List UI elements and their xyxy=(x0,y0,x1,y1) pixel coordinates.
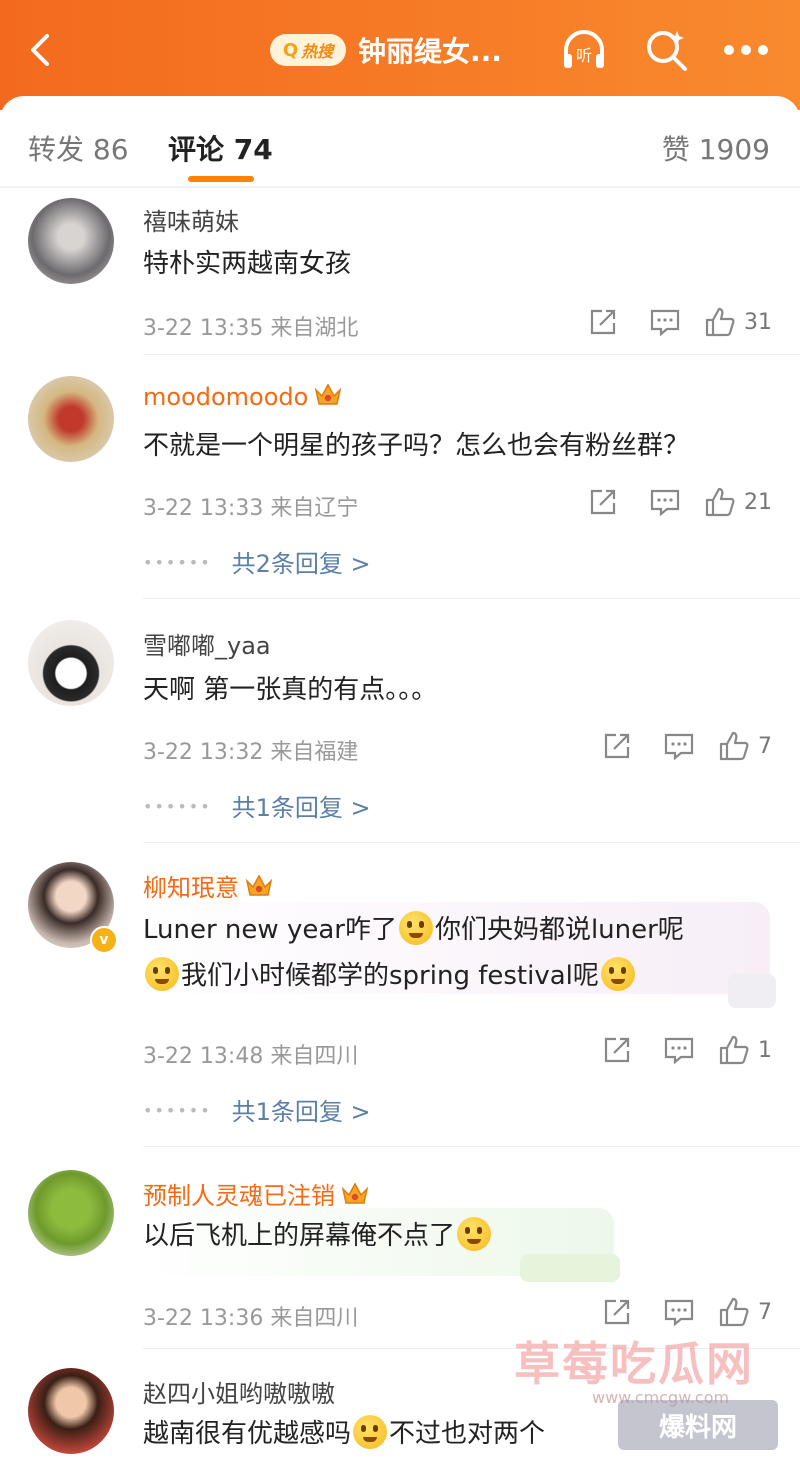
username[interactable]: 赵四小姐哟嗷嗷嗷 xyxy=(143,1374,335,1409)
comment-meta: 3-22 13:48 来自四川 xyxy=(143,1044,359,1069)
page-title[interactable]: 钟丽缇女... xyxy=(358,30,502,70)
comment-meta: 3-22 13:33 来自辽宁 xyxy=(143,496,359,521)
vip-crown-icon xyxy=(315,383,342,405)
comment-actions: 31 xyxy=(572,304,772,340)
active-tab-indicator xyxy=(188,176,254,182)
avatar[interactable] xyxy=(28,376,114,462)
sticker-decoration xyxy=(728,974,776,1008)
comment-text: 不就是一个明星的孩子吗？怎么也会有粉丝群？ xyxy=(143,431,690,461)
watermark-badge: 爆料网 xyxy=(618,1400,778,1450)
avatar[interactable] xyxy=(28,1170,114,1256)
laughing-crying-emoji-icon xyxy=(457,1217,492,1251)
username[interactable]: 禧味萌妹 xyxy=(143,202,239,237)
crying-emoji-icon xyxy=(600,957,635,991)
avatar[interactable] xyxy=(28,1368,114,1454)
share-icon[interactable] xyxy=(572,484,634,520)
share-icon[interactable] xyxy=(586,728,648,764)
comment-actions: 7 xyxy=(586,728,772,764)
username[interactable]: moodomoodo xyxy=(143,382,342,411)
view-replies-link[interactable]: •••••• 共1条回复 > xyxy=(143,788,371,823)
tab-likes[interactable]: 赞 1909 xyxy=(662,128,770,168)
thumbs-up-icon xyxy=(719,1297,749,1327)
tab-bar: 转发 86 评论 74 赞 1909 xyxy=(0,96,800,188)
search-icon[interactable] xyxy=(642,26,690,74)
like-button[interactable]: 7 xyxy=(718,730,772,762)
comment-text: 越南很有优越感吗 不过也对两个 xyxy=(143,1412,545,1456)
comment-text: 以后飞机上的屏幕俺不点了 xyxy=(143,1214,493,1258)
thumbs-up-icon xyxy=(705,307,735,337)
thumbs-up-icon xyxy=(719,731,749,761)
like-button[interactable]: 7 xyxy=(718,1296,772,1328)
crying-emoji-icon xyxy=(398,911,433,945)
laughing-crying-emoji-icon xyxy=(353,1415,388,1449)
comment-actions: 7 xyxy=(586,1294,772,1330)
hot-search-badge[interactable]: Q 热搜 xyxy=(270,34,346,66)
crying-emoji-icon xyxy=(145,957,179,991)
divider xyxy=(143,354,800,355)
avatar[interactable] xyxy=(28,620,114,706)
comment-meta: 3-22 13:35 来自湖北 xyxy=(143,316,359,341)
view-replies-link[interactable]: •••••• 共2条回复 > xyxy=(143,544,371,579)
vip-crown-icon xyxy=(245,874,273,896)
tab-comments[interactable]: 评论 74 xyxy=(168,128,273,168)
share-icon[interactable] xyxy=(572,304,634,340)
comment-text: Luner new year咋了 你们央妈都说luner呢 xyxy=(143,908,684,952)
reply-icon[interactable] xyxy=(648,1032,710,1068)
back-icon[interactable] xyxy=(22,30,62,70)
like-button[interactable]: 31 xyxy=(704,306,772,338)
verified-badge: v xyxy=(90,926,118,954)
reply-icon[interactable] xyxy=(634,304,696,340)
dots-icon: •••••• xyxy=(143,1101,212,1120)
svg-text:听: 听 xyxy=(576,46,592,65)
reply-icon[interactable] xyxy=(634,484,696,520)
like-count: 31 xyxy=(744,309,772,335)
username[interactable]: 预制人灵魂已注销 xyxy=(143,1176,369,1211)
divider xyxy=(143,1146,800,1147)
comment-meta: 3-22 13:36 来自四川 xyxy=(143,1306,359,1331)
listen-icon[interactable]: 听 xyxy=(560,26,608,74)
like-count: 1 xyxy=(758,1037,772,1063)
tab-repost[interactable]: 转发 86 xyxy=(28,128,129,168)
username[interactable]: 柳知珉意 xyxy=(143,868,273,903)
like-button[interactable]: 21 xyxy=(704,486,772,518)
divider xyxy=(143,598,800,599)
top-bar: Q 热搜 钟丽缇女... 听 xyxy=(0,0,800,110)
like-count: 21 xyxy=(744,489,772,515)
like-count: 7 xyxy=(758,1299,772,1325)
thumbs-up-icon xyxy=(719,1035,749,1065)
thumbs-up-icon xyxy=(705,487,735,517)
comment-actions: 21 xyxy=(572,484,772,520)
comment-text: 天啊 第一张真的有点。。。 xyxy=(143,675,438,705)
sticker-decoration xyxy=(520,1254,620,1282)
dots-icon: •••••• xyxy=(143,553,212,572)
hot-search-icon: Q xyxy=(282,39,299,61)
comment-text-line2: 我们小时候都学的spring festival呢 xyxy=(143,954,637,998)
dots-icon: •••••• xyxy=(143,797,212,816)
comment-meta: 3-22 13:32 来自福建 xyxy=(143,740,359,765)
avatar[interactable] xyxy=(28,198,114,284)
username[interactable]: 雪嘟嘟_yaa xyxy=(143,626,271,661)
more-icon[interactable] xyxy=(722,26,770,74)
share-icon[interactable] xyxy=(586,1032,648,1068)
comment-actions: 1 xyxy=(586,1032,772,1068)
like-button[interactable]: 1 xyxy=(718,1034,772,1066)
view-replies-link[interactable]: •••••• 共1条回复 > xyxy=(143,1092,371,1127)
comment-text: 特朴实两越南女孩 xyxy=(143,249,352,279)
watermark-text: 草莓吃瓜网 xyxy=(514,1337,754,1391)
reply-icon[interactable] xyxy=(648,728,710,764)
reply-icon[interactable] xyxy=(648,1294,710,1330)
share-icon[interactable] xyxy=(586,1294,648,1330)
like-count: 7 xyxy=(758,733,772,759)
vip-crown-icon xyxy=(341,1182,369,1204)
divider xyxy=(143,842,800,843)
